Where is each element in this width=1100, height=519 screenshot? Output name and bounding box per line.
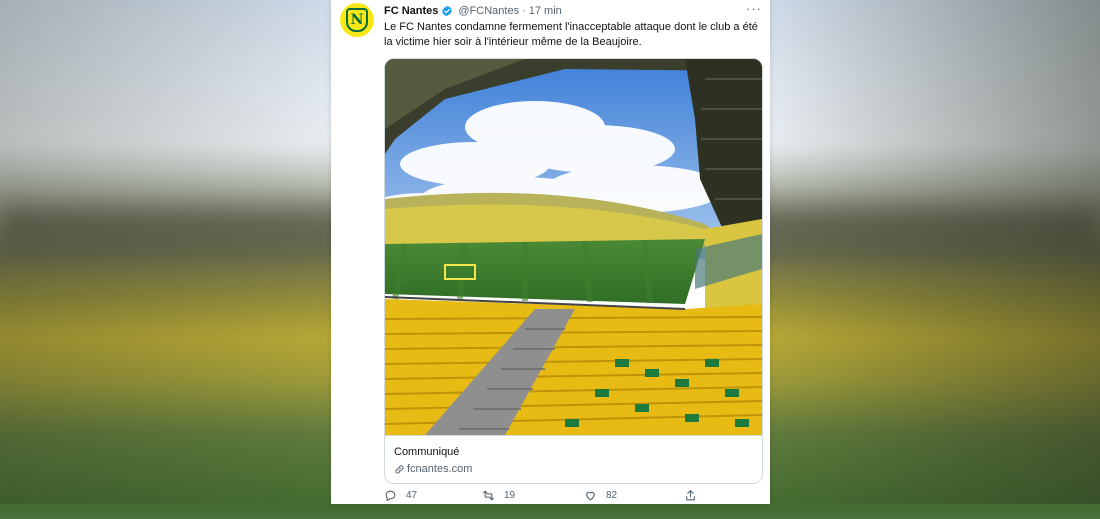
- verified-badge-icon: [441, 5, 453, 17]
- link-icon: [395, 464, 404, 474]
- tweet-header: FC Nantes @FCNantes · 17 min ···: [384, 2, 762, 18]
- retweet-button[interactable]: 19: [482, 489, 515, 502]
- card-title: Communiqué: [394, 446, 460, 458]
- stadium-photo[interactable]: [385, 59, 762, 435]
- reply-count: 47: [406, 490, 418, 501]
- reply-icon: [385, 490, 396, 502]
- tweet-card[interactable]: N FC Nantes @FCNantes · 17 min ··· Le FC…: [331, 0, 770, 504]
- background-shade-right: [770, 0, 1100, 504]
- avatar[interactable]: N: [340, 3, 374, 37]
- heart-icon: [586, 491, 595, 501]
- tweet-actions: 47 19 82: [384, 489, 754, 505]
- tweet-text: Le FC Nantes condamne fermement l'inacce…: [384, 21, 758, 48]
- media-card[interactable]: Communiqué fcnantes.com: [384, 58, 763, 484]
- handle[interactable]: @FCNantes: [458, 4, 519, 18]
- timestamp[interactable]: 17 min: [529, 4, 562, 18]
- club-crest-icon: N: [346, 8, 368, 32]
- retweet-count: 19: [504, 490, 516, 501]
- card-link[interactable]: fcnantes.com: [394, 463, 472, 475]
- avatar-letter: N: [350, 12, 364, 28]
- retweet-icon: [483, 490, 494, 501]
- more-dots-icon[interactable]: ···: [746, 2, 762, 16]
- card-footer[interactable]: Communiqué fcnantes.com: [385, 435, 762, 483]
- reply-button[interactable]: 47: [384, 489, 417, 502]
- like-count: 82: [606, 490, 618, 501]
- share-icon: [686, 490, 695, 501]
- header-separator: ·: [522, 5, 526, 17]
- share-button[interactable]: [684, 489, 706, 502]
- display-name[interactable]: FC Nantes: [384, 4, 438, 18]
- card-domain: fcnantes.com: [407, 463, 473, 475]
- background-shade-left: [0, 0, 330, 504]
- like-button[interactable]: 82: [584, 489, 617, 502]
